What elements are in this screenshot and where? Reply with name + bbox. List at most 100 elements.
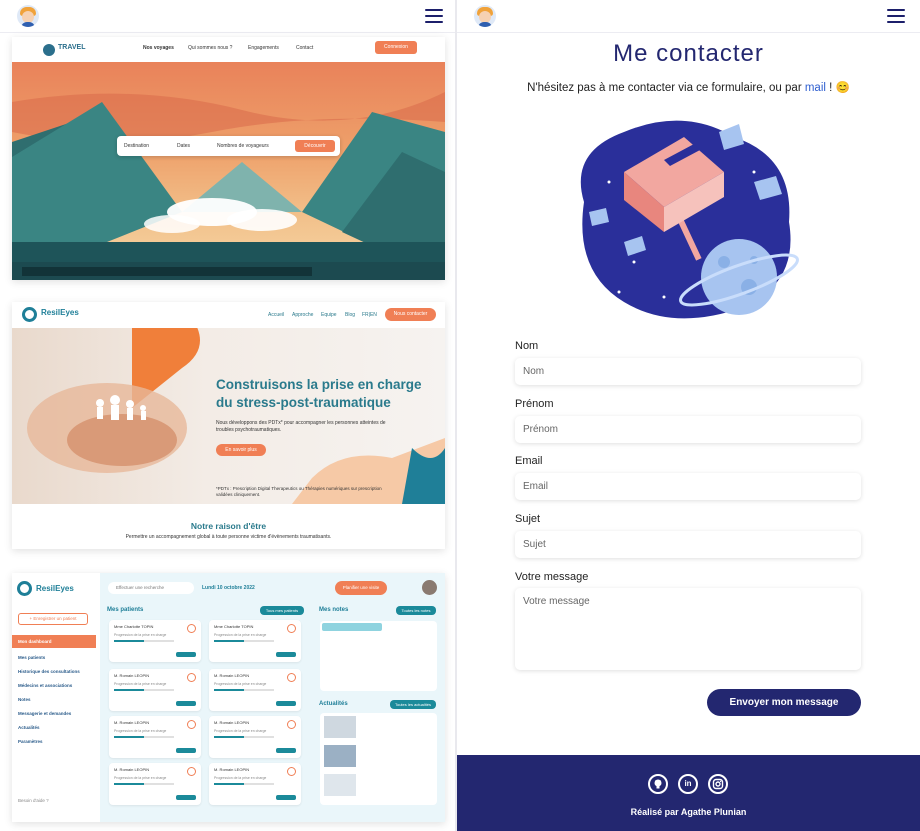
top-bar	[0, 0, 455, 33]
patient-card[interactable]: M. Romain LEOPIN Progression de la prise …	[209, 763, 301, 805]
dash-all-notes-button[interactable]: Toutes les notes	[396, 606, 436, 615]
dash-add-patient-button[interactable]: + Enregistrer un patient	[18, 613, 88, 625]
resil-hero: Construisons la prise en charge du stres…	[12, 328, 445, 504]
dash-all-patients-button[interactable]: Tous mes patients	[260, 606, 304, 615]
travel-nav-item[interactable]: Contact	[296, 45, 313, 51]
news-thumbnail[interactable]	[324, 774, 356, 796]
mailbox-illustration	[580, 120, 799, 319]
resil-nav-item[interactable]: Equipe	[321, 312, 337, 318]
linkedin-icon[interactable]: in	[678, 774, 698, 794]
project-card-travel[interactable]: TRAVEL Nos voyages Qui sommes nous ? Eng…	[12, 37, 445, 280]
travel-connexion-button[interactable]: Connexion	[375, 41, 417, 54]
intro-text-part: N'hésitez pas à me contacter via ce form…	[527, 82, 805, 94]
portfolio-panel: TRAVEL Nos voyages Qui sommes nous ? Eng…	[0, 0, 455, 831]
patient-card[interactable]: Mme Charlotte TOPIN Progression de la pri…	[109, 620, 201, 662]
news-thumbnail[interactable]	[324, 745, 356, 767]
dash-menu-item[interactable]: Mon dashboard	[18, 639, 52, 644]
sujet-label: Sujet	[515, 513, 541, 525]
message-label: Votre message	[515, 571, 589, 583]
dash-sidebar: ResilEyes + Enregistrer un patient Mon d…	[12, 573, 100, 822]
dash-all-news-button[interactable]: Toutes les actualités	[390, 700, 436, 709]
news-thumbnail[interactable]	[324, 716, 356, 738]
resil-lang-switch[interactable]: FR|EN	[362, 312, 377, 318]
travel-discover-button[interactable]: Découvrir	[295, 140, 335, 152]
patient-card[interactable]: M. Romain LEOPIN Progression de la prise …	[209, 669, 301, 711]
dash-logo-icon	[17, 581, 32, 596]
nom-label: Nom	[515, 340, 539, 352]
mail-link[interactable]: mail	[805, 82, 826, 94]
footer-credit: Réalisé par Agathe Plunian	[630, 807, 747, 817]
dash-new-visit-button[interactable]: Planifier une visite	[335, 581, 387, 595]
dash-notes-tabs[interactable]	[322, 623, 382, 631]
dash-notes-panel	[320, 621, 437, 691]
dash-menu-item[interactable]: Actualités	[18, 725, 40, 730]
dash-news-title: Actualités	[319, 701, 348, 707]
intro-text-part: ! 😊	[825, 82, 850, 94]
travel-search-bar[interactable]: Destination Dates Nombres de voyageurs D…	[117, 136, 340, 156]
travel-brand: TRAVEL	[58, 44, 86, 51]
resil-section-text: Permettre un accompagnement global à tou…	[125, 534, 332, 540]
avatar-icon[interactable]	[17, 5, 39, 27]
sujet-field[interactable]	[515, 531, 861, 558]
nom-field[interactable]	[515, 358, 861, 385]
travel-search-travellers[interactable]: Nombres de voyageurs	[217, 143, 269, 149]
resil-nav-item[interactable]: Blog	[345, 312, 355, 318]
resil-more-button[interactable]: En savoir plus	[216, 444, 266, 456]
resil-footnote: *PDTx : Prescription Digital Therapeutic…	[216, 486, 382, 497]
dash-brand: ResilEyes	[36, 584, 74, 593]
resil-nav-item[interactable]: Approche	[292, 312, 313, 318]
dash-menu-item[interactable]: Notes	[18, 697, 31, 702]
prenom-field[interactable]	[515, 416, 861, 443]
prenom-label: Prénom	[515, 398, 554, 410]
dash-user-avatar[interactable]	[422, 580, 437, 595]
intro-text: N'hésitez pas à me contacter via ce form…	[457, 80, 920, 94]
hamburger-menu-icon[interactable]	[887, 9, 905, 24]
dash-menu-item[interactable]: Paramètres	[18, 739, 43, 744]
dash-menu-item[interactable]: Messagerie et demandes	[18, 711, 71, 716]
travel-search-dates[interactable]: Dates	[177, 143, 190, 149]
message-field[interactable]	[515, 588, 861, 670]
patient-card[interactable]: Mme Charlotte TOPIN Progression de la pri…	[209, 620, 301, 662]
resil-nav-item[interactable]: Accueil	[268, 312, 284, 318]
resil-brand: ResilEyes	[41, 308, 79, 317]
send-message-button[interactable]: Envoyer mon message	[707, 689, 861, 716]
travel-navbar: TRAVEL Nos voyages Qui sommes nous ? Eng…	[12, 37, 445, 62]
dash-menu-item[interactable]: Mes patients	[18, 655, 45, 660]
travel-logo-icon	[43, 44, 55, 56]
travel-nav-item[interactable]: Qui sommes nous ?	[188, 45, 232, 51]
dash-menu-item[interactable]: Médecins et associations	[18, 683, 72, 688]
travel-hero-illustration	[12, 62, 445, 280]
patient-card[interactable]: M. Romain LEOPIN Progression de la prise …	[109, 763, 201, 805]
dash-notes-title: Mes notes	[319, 607, 349, 613]
resil-hero-title: Construisons la prise en charge du stres…	[216, 377, 422, 410]
patient-card[interactable]: M. Romain LEOPIN Progression de la prise …	[209, 716, 301, 758]
patient-card[interactable]: M. Romain LEOPIN Progression de la prise …	[109, 669, 201, 711]
travel-nav-item[interactable]: Engagements	[248, 45, 279, 51]
dash-news-panel	[320, 713, 437, 805]
dash-date: Lundi 10 octobre 2022	[202, 585, 255, 591]
resil-navbar: ResilEyes Accueil Approche Equipe Blog F…	[12, 302, 445, 328]
dash-menu-item[interactable]: Historique des consultations	[18, 669, 80, 674]
hamburger-menu-icon[interactable]	[425, 9, 443, 24]
github-icon[interactable]	[648, 774, 668, 794]
resil-hero-text: Nous développons des PDTx* pour accompag…	[216, 420, 386, 433]
travel-search-destination[interactable]: Destination	[124, 143, 149, 149]
email-field[interactable]	[515, 473, 861, 500]
project-card-dashboard[interactable]: ResilEyes + Enregistrer un patient Mon d…	[12, 573, 445, 822]
footer: in Réalisé par Agathe Plunian	[457, 755, 920, 831]
avatar-icon[interactable]	[474, 5, 496, 27]
resil-contact-button[interactable]: Nous contacter	[385, 308, 436, 321]
patient-card[interactable]: M. Romain LEOPIN Progression de la prise …	[109, 716, 201, 758]
dash-help-link[interactable]: Besoin d'aide ?	[18, 798, 49, 803]
email-label: Email	[515, 455, 543, 467]
dash-search-input[interactable]: Effectuer une recherche	[108, 582, 194, 594]
travel-nav-item[interactable]: Nos voyages	[143, 45, 174, 51]
resil-logo-icon	[22, 307, 37, 322]
resil-section-title: Notre raison d'être	[190, 521, 267, 531]
top-bar	[457, 0, 920, 33]
instagram-icon[interactable]	[708, 774, 728, 794]
project-card-resileyes[interactable]: ResilEyes Accueil Approche Equipe Blog F…	[12, 302, 445, 549]
contact-panel: Me contacter N'hésitez pas à me contacte…	[457, 0, 920, 831]
dash-patients-title: Mes patients	[107, 607, 144, 613]
page-title: Me contacter	[613, 40, 764, 67]
